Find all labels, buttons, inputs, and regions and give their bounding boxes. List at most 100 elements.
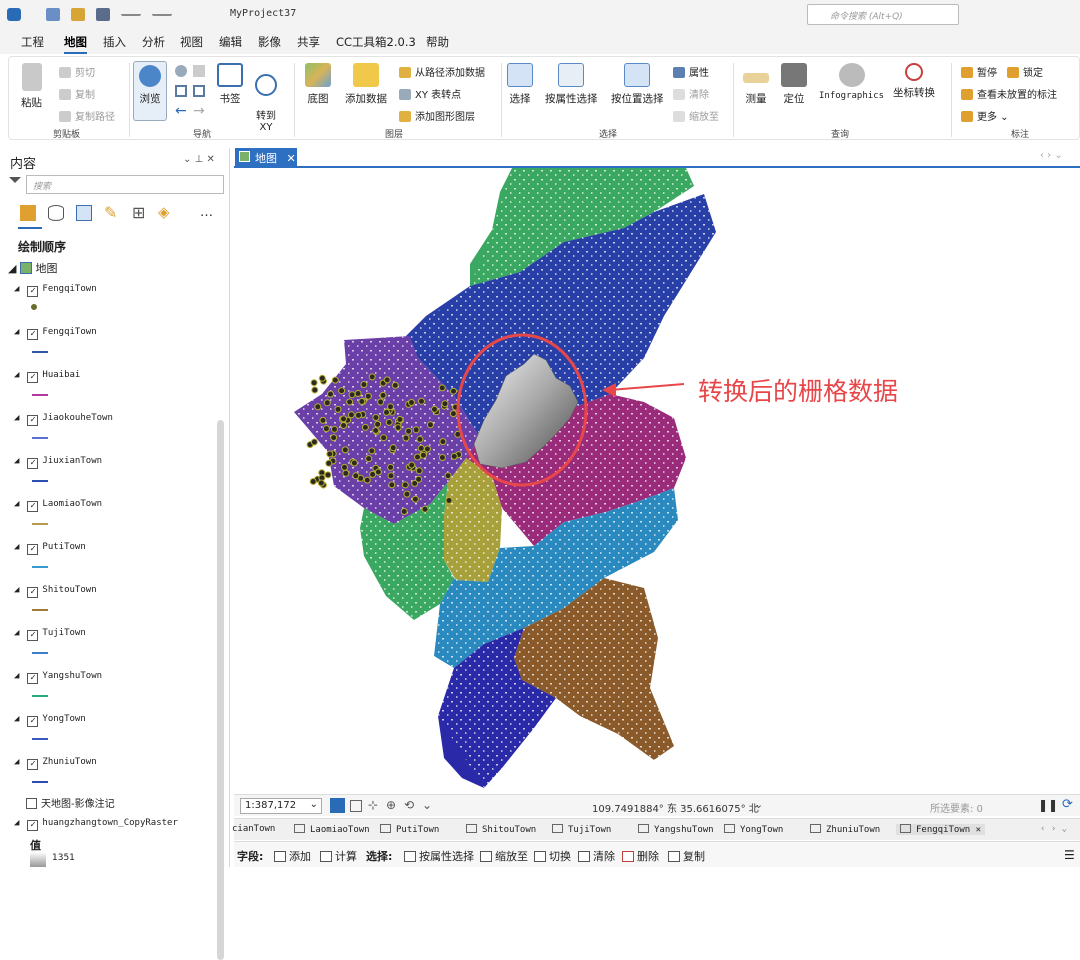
tianditu-layer[interactable]: 天地图-影像注记 [26, 795, 115, 810]
table-select-by-attr-button[interactable]: 按属性选择 [404, 848, 474, 864]
layer-visibility-checkbox[interactable]: ✓ [27, 716, 39, 727]
view-unplaced-button[interactable]: 查看未放置的标注 [961, 86, 1057, 101]
layer-visibility-checkbox[interactable]: ✓ [27, 329, 39, 340]
lock-labeling-button[interactable]: 锁定 [1007, 64, 1043, 79]
menu-cc-toolbox[interactable]: CC工具箱2.0.3 [336, 34, 416, 50]
clear-selection-button[interactable]: 清除 [673, 86, 709, 101]
pause-drawing-icon[interactable]: ❚❚ [1038, 798, 1058, 812]
layer-visibility-checkbox[interactable]: ✓ [27, 630, 39, 641]
calculate-field-button[interactable]: 计算 [320, 848, 357, 864]
refresh-icon[interactable]: ⟳ [1062, 797, 1073, 812]
measure-button[interactable]: 测量 [743, 63, 769, 106]
menu-help[interactable]: 帮助 [426, 34, 449, 50]
infographics-button[interactable]: Infographics [819, 63, 884, 101]
table-clear-button[interactable]: 清除 [578, 848, 615, 864]
delete-button[interactable]: 删除 [622, 848, 659, 864]
layer-visibility-checkbox[interactable]: ✓ [27, 415, 39, 426]
pause-labeling-button[interactable]: 暂停 [961, 64, 997, 79]
add-data-button[interactable]: 添加数据 [345, 63, 387, 106]
table-tab[interactable]: LaomiaoTown [294, 824, 370, 835]
layer-item[interactable]: ◢ ✓ YongTown [14, 714, 86, 727]
table-tab[interactable]: PutiTown [380, 824, 439, 835]
layer-visibility-checkbox[interactable]: ✓ [27, 501, 39, 512]
close-tab-icon[interactable]: ✕ [287, 152, 296, 165]
more-labeling-button[interactable]: 更多 ⌄ [961, 108, 1009, 123]
map-canvas[interactable] [234, 166, 1080, 794]
menu-map[interactable]: 地图 [64, 34, 87, 54]
filter-icon[interactable] [9, 177, 21, 190]
undo-icon[interactable] [121, 8, 141, 16]
raster-layer[interactable]: ◢ ✓ huangzhangtown_CopyRaster [14, 818, 178, 831]
more-tools-icon[interactable]: ⌄ [422, 798, 432, 812]
selection-view-icon[interactable] [76, 205, 92, 221]
table-tab-scroll[interactable]: ‹ › ⌄ [1040, 824, 1067, 834]
attributes-button[interactable]: 属性 [673, 64, 709, 79]
locate-button[interactable]: 定位 [781, 63, 807, 106]
fixed-zoom-icon[interactable] [193, 65, 205, 77]
table-menu-icon[interactable]: ☰ [1064, 848, 1075, 862]
zoom-to-selection-button[interactable]: 缩放至 [673, 108, 719, 123]
copy-path-button[interactable]: 复制路径 [59, 108, 115, 123]
menu-project[interactable]: 工程 [21, 34, 44, 50]
table-tab[interactable]: cianTown [232, 824, 275, 834]
menu-view[interactable]: 视图 [180, 34, 203, 50]
navigator-icon[interactable]: ⊹ [368, 798, 378, 812]
goto-xy-button[interactable]: 转到 XY [255, 63, 277, 133]
open-project-icon[interactable] [71, 8, 85, 21]
layer-item[interactable]: ◢ ✓ FengqiTown [14, 284, 97, 297]
table-tab[interactable]: TujiTown [552, 824, 611, 835]
source-icon[interactable] [48, 205, 64, 221]
coordinate-conversion-button[interactable]: 坐标转换 [893, 63, 935, 100]
add-from-path-button[interactable]: 从路径添加数据 [399, 64, 485, 79]
layer-item[interactable]: ◢ ✓ Huaibai [14, 370, 80, 383]
grid-toggle-icon[interactable] [330, 798, 345, 813]
layer-visibility-checkbox[interactable]: ✓ [27, 759, 39, 770]
snapping-view-icon[interactable]: ⊞ [132, 203, 145, 222]
add-field-button[interactable]: 添加 [274, 848, 311, 864]
table-tab[interactable]: YongTown [724, 824, 783, 835]
paste-button[interactable]: 粘贴 [21, 63, 42, 110]
close-table-tab-icon[interactable]: ✕ [970, 825, 981, 835]
scale-dropdown[interactable]: 1:387,172 ⌄ [240, 798, 322, 814]
layer-item[interactable]: ◢ ✓ YangshuTown [14, 671, 102, 684]
layer-item[interactable]: ◢ ✓ TujiTown [14, 628, 86, 641]
layer-visibility-checkbox[interactable]: ✓ [27, 458, 39, 469]
zoom-out-fixed-icon[interactable] [193, 85, 205, 97]
explore-button[interactable]: 浏览 [133, 61, 167, 121]
save-icon[interactable] [96, 8, 110, 21]
table-tab[interactable]: ShitouTown [466, 824, 536, 835]
layer-visibility-checkbox[interactable]: ✓ [27, 587, 39, 598]
previous-extent-icon[interactable]: ← [175, 104, 187, 118]
zoom-in-fixed-icon[interactable] [175, 85, 187, 97]
draw-order-icon[interactable] [20, 205, 36, 221]
layer-visibility-checkbox[interactable]: ✓ [27, 286, 39, 297]
menu-analysis[interactable]: 分析 [142, 34, 165, 50]
cut-button[interactable]: 剪切 [59, 64, 95, 79]
map-view-tab[interactable]: 地图 ✕ [235, 148, 297, 166]
layer-visibility-checkbox[interactable]: ✓ [27, 673, 39, 684]
editing-view-icon[interactable]: ✎ [104, 203, 117, 222]
coordinate-format-icon[interactable]: ⌄ [754, 798, 763, 811]
add-graphics-layer-button[interactable]: 添加图形图层 [399, 108, 475, 123]
switch-selection-button[interactable]: 切换 [534, 848, 571, 864]
labeling-view-icon[interactable]: ◈ [158, 203, 170, 221]
table-tab[interactable]: FengqiTown ✕ [896, 824, 986, 835]
layer-item[interactable]: ◢ ✓ JiaokouheTown [14, 413, 113, 426]
xy-to-point-button[interactable]: XY 表转点 [399, 86, 461, 101]
layer-item[interactable]: ◢ ✓ FengqiTown [14, 327, 97, 340]
layer-item[interactable]: ◢ ✓ ZhuniuTown [14, 757, 97, 770]
table-copy-button[interactable]: 复制 [668, 848, 705, 864]
layer-item[interactable]: ◢ ✓ PutiTown [14, 542, 86, 555]
next-extent-icon[interactable]: → [193, 104, 205, 118]
select-by-attributes-button[interactable]: 按属性选择 [545, 63, 598, 106]
contents-scrollbar[interactable] [217, 420, 224, 960]
more-views-icon[interactable]: … [200, 205, 213, 220]
menu-insert[interactable]: 插入 [103, 34, 126, 50]
redo-icon[interactable] [152, 8, 172, 16]
new-project-icon[interactable] [46, 8, 60, 21]
menu-imagery[interactable]: 影像 [258, 34, 281, 50]
table-zoom-to-button[interactable]: 缩放至 [480, 848, 528, 864]
snapping-toggle-icon[interactable]: ⊕ [386, 798, 396, 812]
table-tab[interactable]: YangshuTown [638, 824, 714, 835]
command-search-input[interactable]: 命令搜索 (Alt+Q) [807, 4, 959, 25]
